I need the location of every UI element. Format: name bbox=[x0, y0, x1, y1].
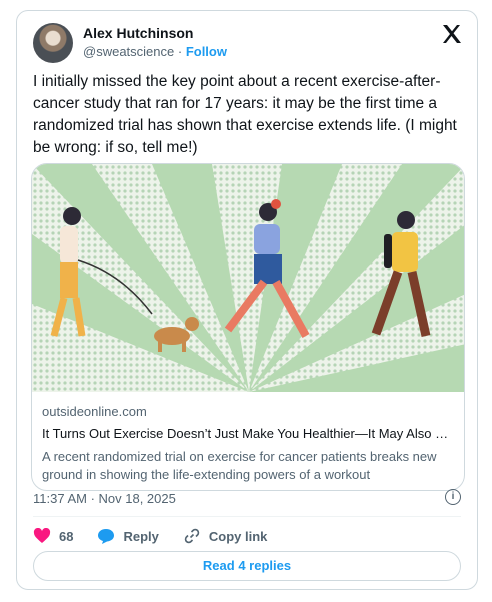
heart-icon bbox=[33, 528, 51, 544]
speech-bubble-icon bbox=[97, 528, 115, 544]
tweet-card: Alex Hutchinson @sweatscience · Follow I… bbox=[16, 10, 478, 590]
link-preview-card[interactable]: outsideonline.com It Turns Out Exercise … bbox=[31, 163, 465, 491]
x-logo-icon[interactable] bbox=[441, 23, 463, 45]
link-headline[interactable]: It Turns Out Exercise Doesn’t Just Make … bbox=[42, 426, 454, 441]
like-count: 68 bbox=[59, 528, 74, 544]
author-handle-row: @sweatscience · Follow bbox=[83, 44, 227, 59]
link-domain: outsideonline.com bbox=[42, 404, 147, 419]
article-illustration bbox=[32, 164, 464, 392]
divider bbox=[33, 516, 461, 517]
copy-link-button[interactable]: Copy link bbox=[183, 527, 268, 545]
avatar[interactable] bbox=[33, 23, 73, 63]
author-handle[interactable]: @sweatscience bbox=[83, 44, 174, 59]
copy-link-label: Copy link bbox=[208, 528, 268, 544]
tweet-timestamp[interactable]: 11:37 AM · Nov 18, 2025 bbox=[33, 491, 176, 506]
like-button[interactable]: 68 bbox=[33, 528, 73, 544]
info-icon[interactable]: i bbox=[445, 489, 461, 505]
follow-button[interactable]: Follow bbox=[186, 44, 227, 59]
handle-separator: · bbox=[174, 44, 186, 59]
link-description: A recent randomized trial on exercise fo… bbox=[42, 449, 437, 482]
tweet-text: I initially missed the key point about a… bbox=[33, 73, 462, 156]
read-replies-button[interactable]: Read 4 replies bbox=[33, 551, 461, 581]
reply-label: Reply bbox=[123, 528, 159, 544]
link-icon bbox=[183, 527, 201, 545]
action-bar: 68 Reply Copy link bbox=[33, 527, 291, 545]
reply-button[interactable]: Reply bbox=[97, 528, 159, 544]
author-name[interactable]: Alex Hutchinson bbox=[83, 25, 193, 41]
